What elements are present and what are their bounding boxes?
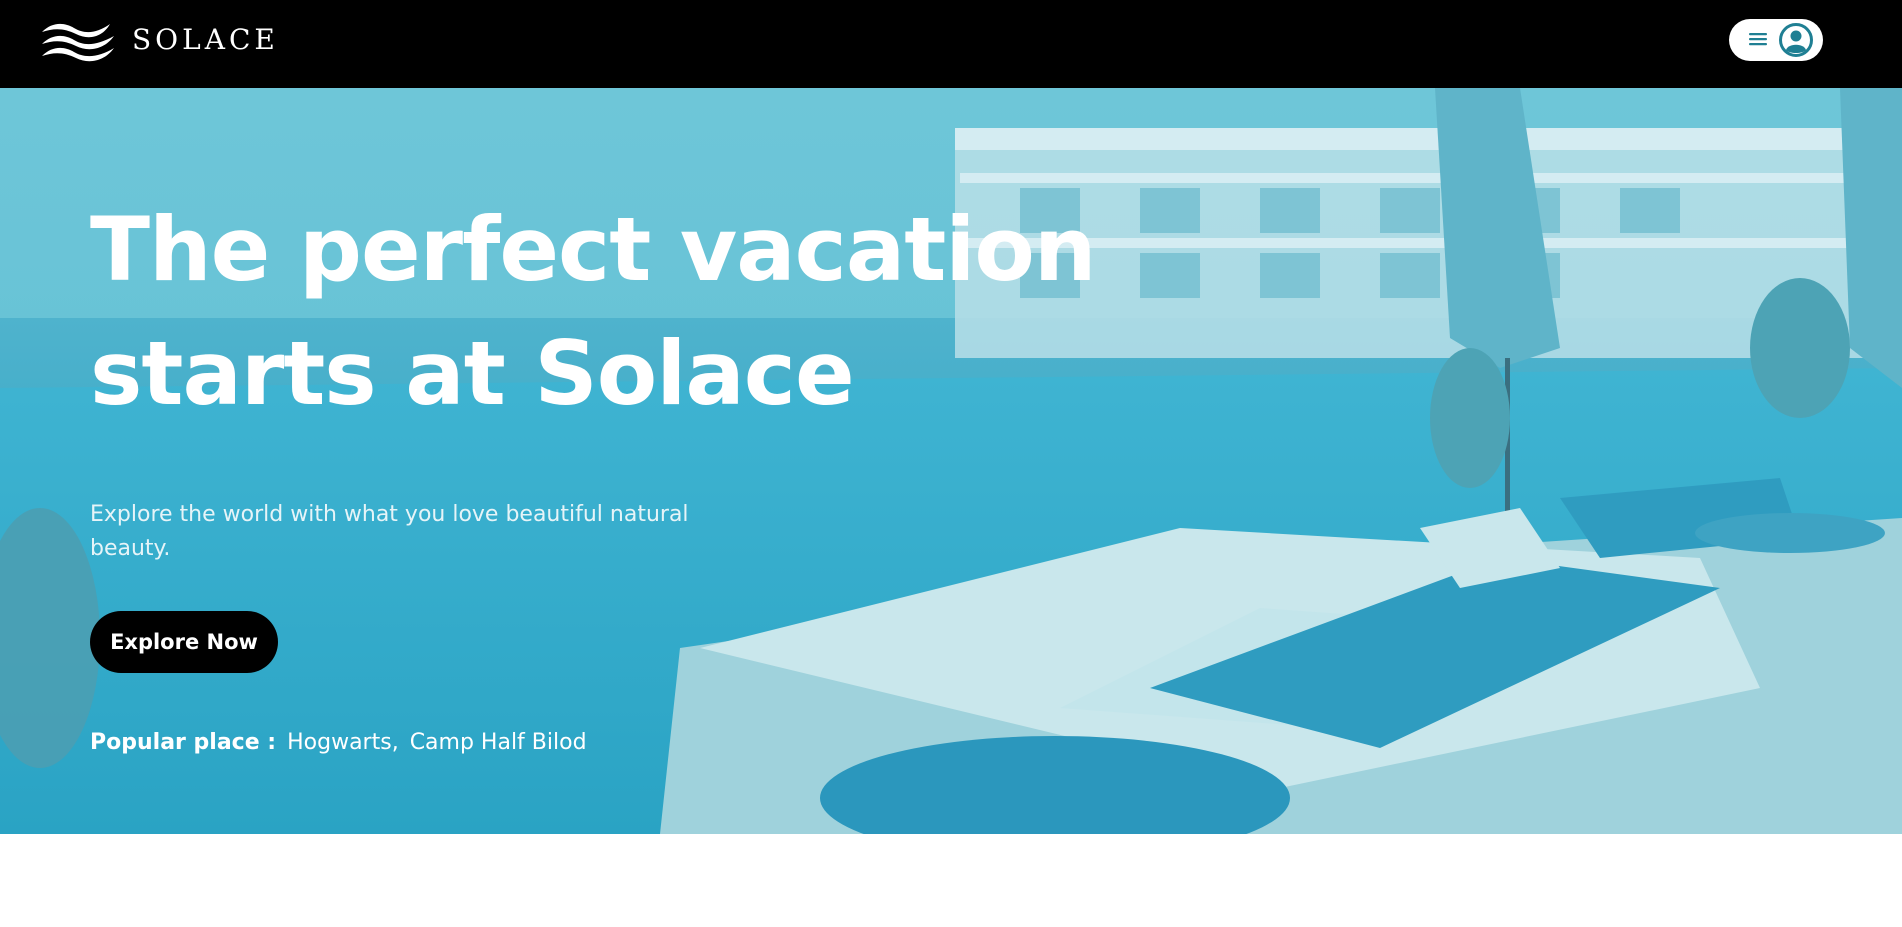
hamburger-menu-icon xyxy=(1749,33,1767,46)
hero-subtitle: Explore the world with what you love bea… xyxy=(90,502,689,561)
hero-title: The perfect vacation starts at Solace xyxy=(90,188,1190,436)
user-account-icon xyxy=(1779,23,1813,57)
hero-title-line-1: The perfect vacation xyxy=(90,198,1097,301)
explore-now-button[interactable]: Explore Now xyxy=(90,611,278,673)
hero-title-line-2: starts at Solace xyxy=(90,322,855,425)
hero-section: The perfect vacation starts at Solace Ex… xyxy=(0,88,1902,834)
popular-place-separator: , xyxy=(391,730,399,755)
popular-place-hogwarts[interactable]: Hogwarts xyxy=(287,730,392,755)
waves-logo-icon xyxy=(42,23,114,62)
brand-name: SOLACE xyxy=(132,23,279,56)
popular-places-label: Popular place : xyxy=(90,730,277,755)
brand[interactable]: SOLACE xyxy=(40,18,279,62)
popular-place-camp-half-bilod[interactable]: Camp Half Bilod xyxy=(410,730,587,755)
top-navbar: SOLACE xyxy=(0,0,1902,88)
user-menu-button[interactable] xyxy=(1729,19,1823,61)
popular-places: Popular place : Hogwarts, Camp Half Bilo… xyxy=(90,728,587,758)
